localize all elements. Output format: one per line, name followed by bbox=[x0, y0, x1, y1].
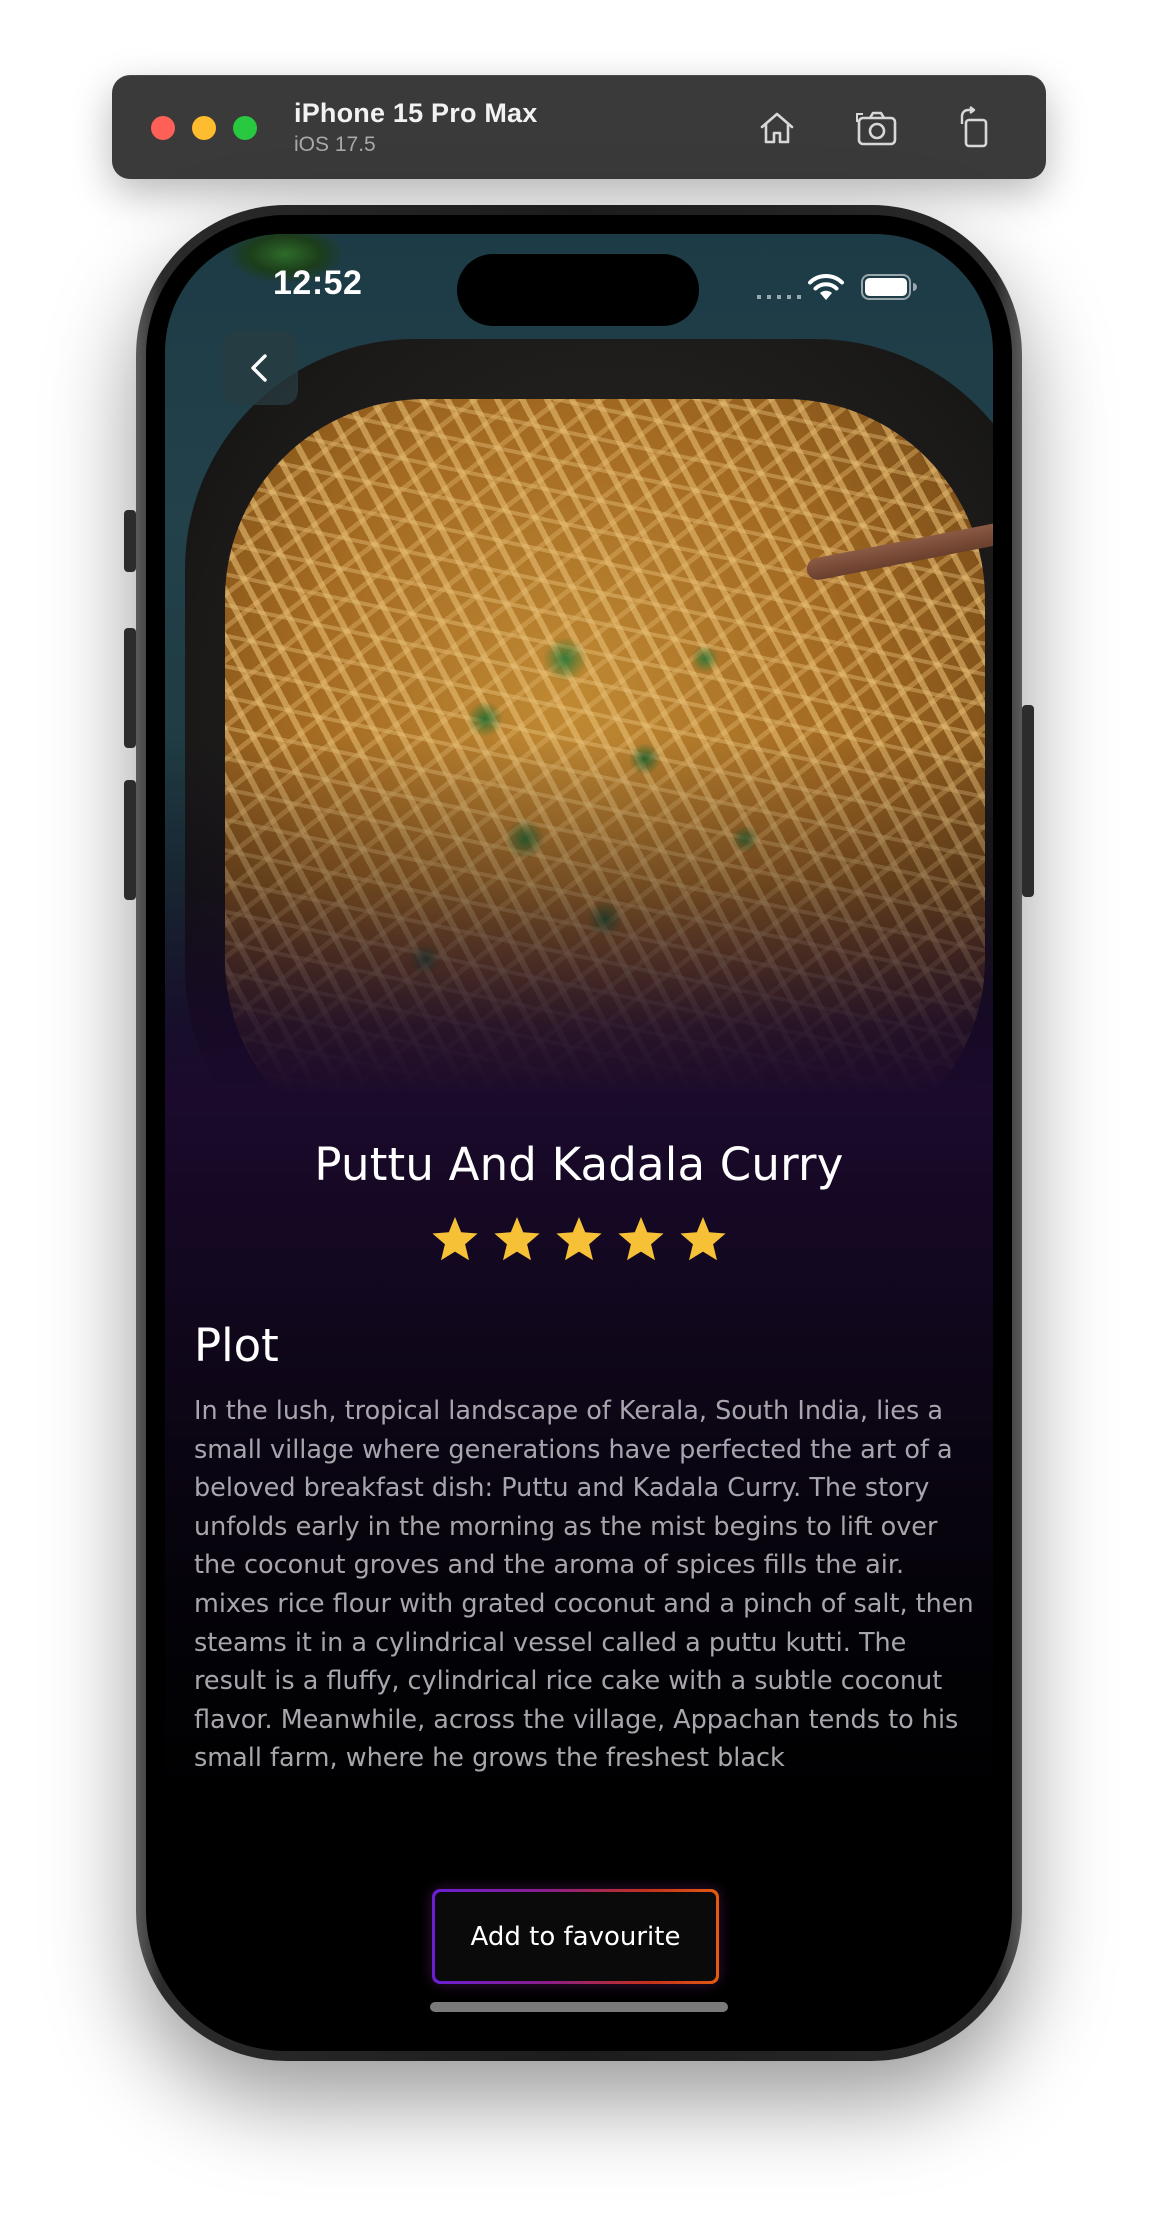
volume-down-button bbox=[124, 780, 136, 900]
screenshot-button[interactable] bbox=[852, 103, 902, 153]
home-icon bbox=[760, 112, 794, 144]
star-icon bbox=[432, 1217, 478, 1261]
status-time: 12:52 bbox=[273, 264, 363, 302]
add-to-favourite-label: Add to favourite bbox=[435, 1892, 716, 1981]
simulator-window: iPhone 15 Pro Max iOS 17.5 12:52 Puttu A… bbox=[0, 0, 1158, 2216]
power-button bbox=[1022, 705, 1034, 897]
star-icon bbox=[680, 1217, 726, 1261]
star-icon bbox=[618, 1217, 664, 1261]
phone-screen: 12:52 Puttu And Kadala Curry Plot In the… bbox=[165, 234, 993, 2031]
plot-text: In the lush, tropical landscape of Keral… bbox=[194, 1396, 974, 1774]
simulator-toolbar: iPhone 15 Pro Max iOS 17.5 bbox=[112, 75, 1046, 179]
rotate-button[interactable] bbox=[950, 103, 1000, 153]
home-button[interactable] bbox=[752, 103, 802, 153]
star-rating bbox=[165, 1214, 993, 1264]
star-icon bbox=[494, 1217, 540, 1261]
dynamic-island bbox=[457, 254, 699, 326]
close-window-button[interactable] bbox=[151, 116, 175, 140]
screenshot-icon bbox=[856, 111, 897, 146]
action-button bbox=[124, 510, 136, 572]
back-button[interactable] bbox=[222, 331, 298, 405]
zoom-window-button[interactable] bbox=[233, 116, 257, 140]
device-name: iPhone 15 Pro Max bbox=[294, 98, 538, 128]
plot-heading: Plot bbox=[194, 1319, 279, 1372]
dish-title: Puttu And Kadala Curry bbox=[314, 1138, 844, 1191]
wifi-icon bbox=[808, 274, 844, 300]
home-indicator[interactable] bbox=[430, 2002, 728, 2012]
add-to-favourite-button[interactable]: Add to favourite bbox=[432, 1889, 719, 1984]
os-version: iOS 17.5 bbox=[294, 133, 376, 156]
volume-up-button bbox=[124, 628, 136, 748]
star-icon bbox=[556, 1217, 602, 1261]
chevron-left-icon bbox=[251, 354, 267, 382]
battery-icon bbox=[861, 274, 917, 300]
minimize-window-button[interactable] bbox=[192, 116, 216, 140]
rotate-icon bbox=[960, 106, 988, 148]
